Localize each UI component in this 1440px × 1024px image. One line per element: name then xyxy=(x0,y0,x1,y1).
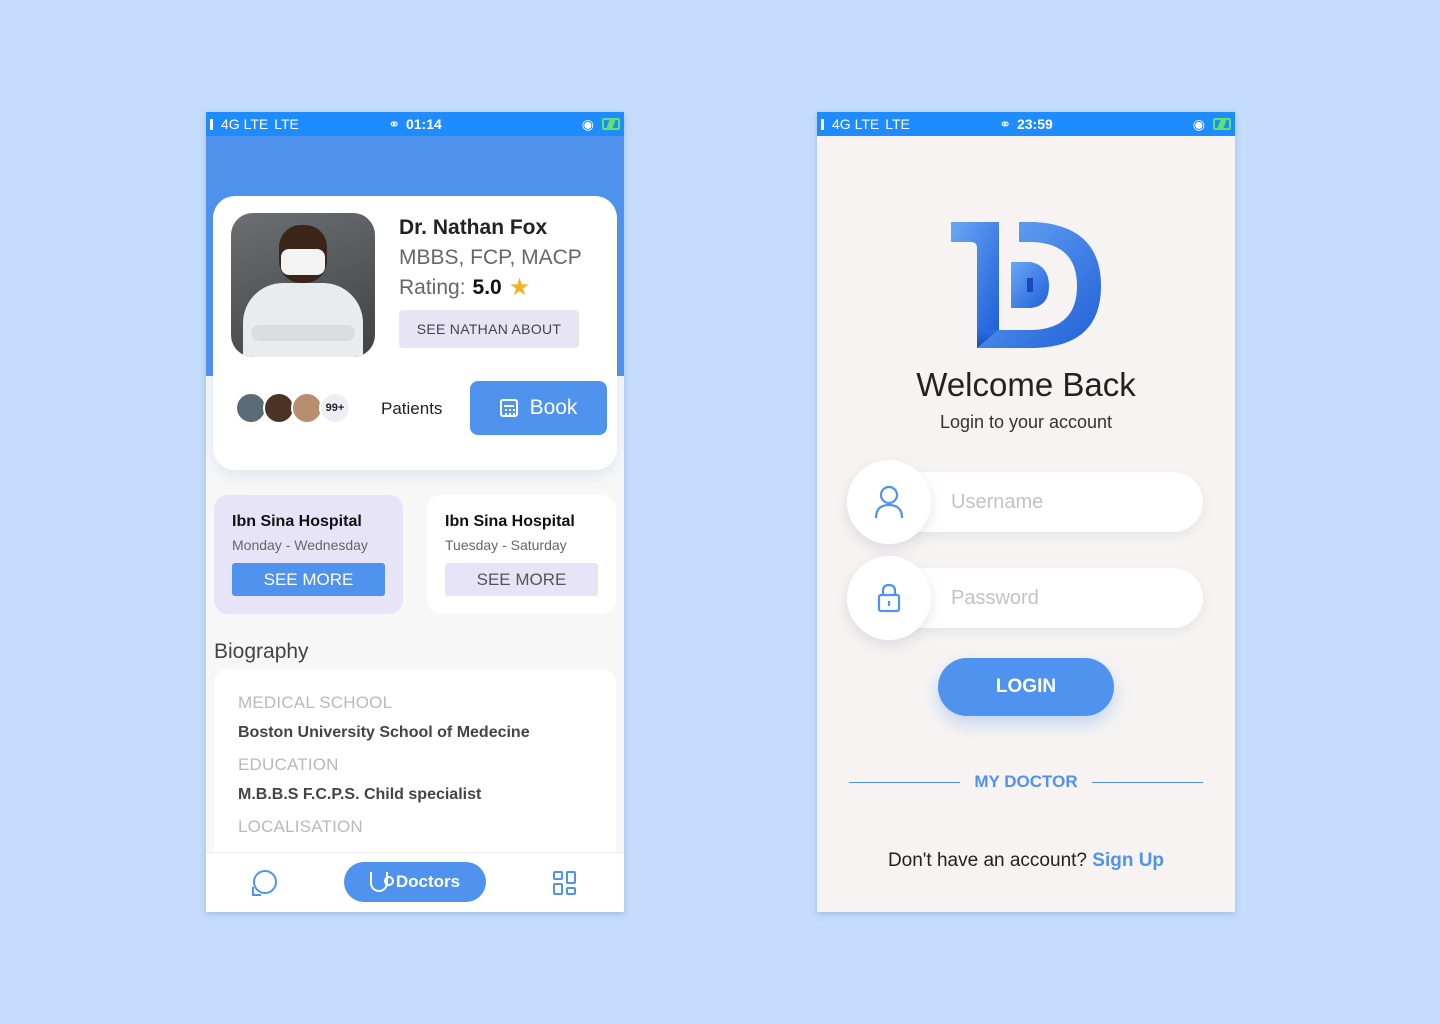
stethoscope-icon xyxy=(369,872,394,892)
brand-divider: MY DOCTOR xyxy=(849,772,1203,792)
biography-title: Biography xyxy=(214,640,309,663)
signup-text: Don't have an account? xyxy=(887,850,1087,871)
nav-doctors-button[interactable]: Doctors xyxy=(344,862,486,902)
doctor-profile-screen: 4G LTE LTE ⚭ 01:14 ◉ Dr. Nathan Fox MBBS… xyxy=(206,112,624,912)
status-bar: 4G LTE LTE ⚭ 23:59 ◉ xyxy=(817,112,1235,136)
lock-icon xyxy=(847,556,931,640)
hospital-card[interactable]: Ibn Sina Hospital Monday - Wednesday SEE… xyxy=(214,495,403,614)
doctor-name: Dr. Nathan Fox xyxy=(399,216,548,239)
see-more-button[interactable]: SEE MORE xyxy=(445,563,598,596)
dashboard-icon[interactable] xyxy=(553,871,577,895)
app-logo-icon xyxy=(951,222,1101,348)
star-icon: ★ xyxy=(508,274,531,301)
username-input[interactable] xyxy=(951,472,1181,532)
login-subtitle: Login to your account xyxy=(939,412,1113,432)
password-input[interactable] xyxy=(951,568,1181,628)
battery-icon xyxy=(602,118,620,130)
doctors-label: Doctors xyxy=(395,872,461,891)
patients-label: Patients xyxy=(381,399,443,418)
book-label: Book xyxy=(529,396,578,419)
doctor-card: Dr. Nathan Fox MBBS, FCP, MACP Rating: 5… xyxy=(213,196,617,470)
password-field xyxy=(847,556,1203,640)
login-button[interactable]: LOGIN xyxy=(938,658,1114,716)
chat-icon[interactable] xyxy=(252,870,277,896)
hospital-days: Tuesday - Saturday xyxy=(445,537,567,553)
orientation-lock-icon: ◉ xyxy=(1192,115,1205,132)
divider-line xyxy=(1091,781,1203,783)
doctor-photo xyxy=(231,213,375,357)
hospital-name: Ibn Sina Hospital xyxy=(232,513,362,530)
doctor-credentials: MBBS, FCP, MACP xyxy=(399,246,582,269)
patient-count-badge: 99+ xyxy=(319,392,351,424)
signup-prompt: Don't have an account? Sign Up xyxy=(817,850,1235,872)
hospital-days: Monday - Wednesday xyxy=(232,537,368,553)
bio-label: MEDICAL SCHOOL xyxy=(238,693,393,712)
bottom-nav: Doctors xyxy=(206,852,624,912)
battery-icon xyxy=(1213,118,1231,130)
bio-label: EDUCATION xyxy=(238,755,339,774)
signup-link[interactable]: Sign Up xyxy=(1092,850,1164,871)
see-more-button[interactable]: SEE MORE xyxy=(232,563,385,596)
hospital-name: Ibn Sina Hospital xyxy=(445,513,575,530)
username-field xyxy=(847,460,1203,544)
status-time: 23:59 xyxy=(1016,116,1053,132)
patient-avatars: 99+ xyxy=(235,392,351,424)
biography-card: MEDICAL SCHOOL Boston University School … xyxy=(214,669,616,869)
rating-value: 5.0 xyxy=(472,276,502,299)
bio-value: M.B.B.S F.C.P.S. Child specialist xyxy=(238,786,482,803)
brand-label: MY DOCTOR xyxy=(974,772,1078,791)
book-button[interactable]: Book xyxy=(470,381,607,435)
hospital-card[interactable]: Ibn Sina Hospital Tuesday - Saturday SEE… xyxy=(427,495,616,614)
status-time: 01:14 xyxy=(405,116,442,132)
rating-label: Rating: xyxy=(399,276,466,299)
orientation-lock-icon: ◉ xyxy=(581,115,594,132)
status-bar: 4G LTE LTE ⚭ 01:14 ◉ xyxy=(206,112,624,136)
see-about-button[interactable]: SEE NATHAN ABOUT xyxy=(399,310,579,348)
divider-line xyxy=(849,781,961,783)
bio-label: LOCALISATION xyxy=(238,817,363,836)
bio-value: Boston University School of Medecine xyxy=(238,724,530,741)
calendar-icon xyxy=(499,399,518,417)
link-icon: ⚭ xyxy=(999,115,1011,132)
welcome-title: Welcome Back xyxy=(916,366,1136,403)
login-screen: 4G LTE LTE ⚭ 23:59 ◉ Welcome Back Login … xyxy=(817,112,1235,912)
link-icon: ⚭ xyxy=(388,115,400,132)
doctor-rating: Rating: 5.0 ★ xyxy=(399,276,530,300)
user-icon xyxy=(847,460,931,544)
